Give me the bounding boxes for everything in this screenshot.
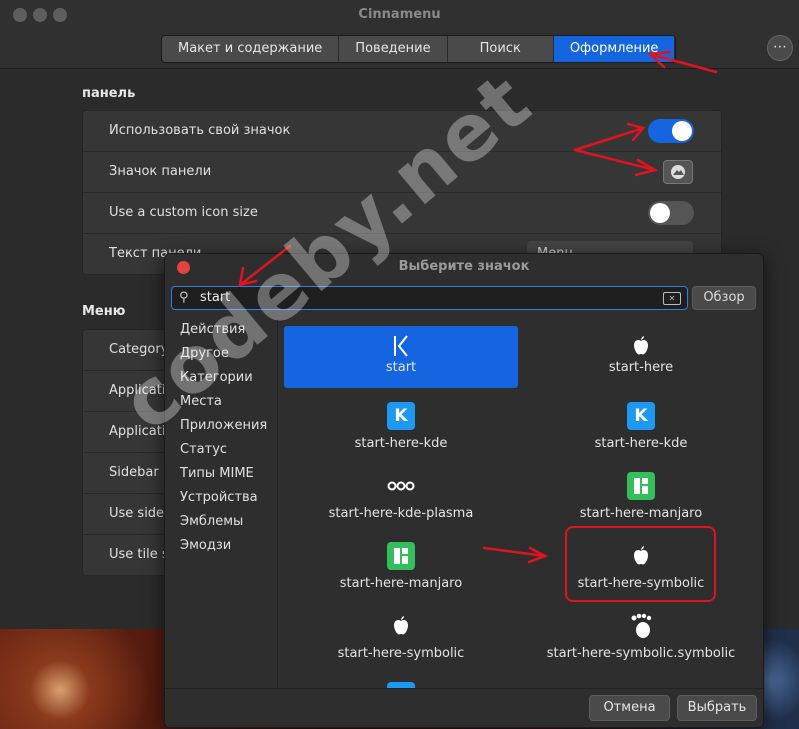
annotation-arrows xyxy=(238,50,718,564)
arrow-annotation xyxy=(573,148,657,172)
